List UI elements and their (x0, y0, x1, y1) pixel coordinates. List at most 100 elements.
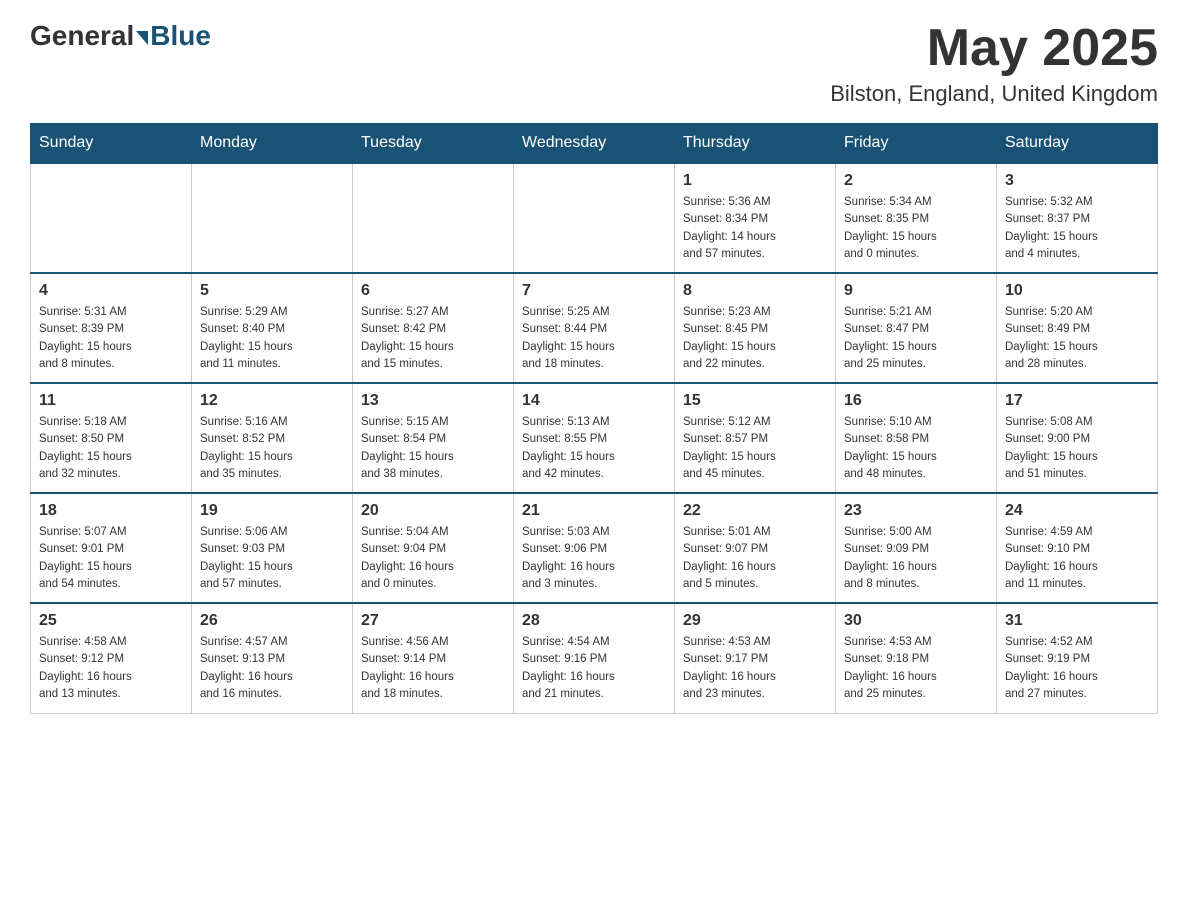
calendar-day-cell: 25 Sunrise: 4:58 AMSunset: 9:12 PMDayligh… (31, 603, 192, 713)
day-of-week-header: Tuesday (353, 124, 514, 164)
calendar-day-cell (353, 163, 514, 273)
calendar-header-row: SundayMondayTuesdayWednesdayThursdayFrid… (31, 124, 1158, 164)
day-number: 12 (200, 392, 344, 410)
logo-general-text: General (30, 20, 134, 52)
calendar-day-cell: 4 Sunrise: 5:31 AMSunset: 8:39 PMDaylight… (31, 273, 192, 383)
day-of-week-header: Wednesday (514, 124, 675, 164)
day-info: Sunrise: 5:25 AMSunset: 8:44 PMDaylight:… (522, 304, 666, 373)
day-info: Sunrise: 5:04 AMSunset: 9:04 PMDaylight:… (361, 524, 505, 593)
calendar-day-cell: 26Sunrise: 4:57 AMSunset: 9:13 PMDayligh… (192, 603, 353, 713)
calendar-day-cell: 3 Sunrise: 5:32 AMSunset: 8:37 PMDaylight… (997, 163, 1158, 273)
calendar-week-row: 4 Sunrise: 5:31 AMSunset: 8:39 PMDaylight… (31, 273, 1158, 383)
day-info: Sunrise: 5:27 AMSunset: 8:42 PMDaylight:… (361, 304, 505, 373)
calendar-day-cell: 21 Sunrise: 5:03 AMSunset: 9:06 PMDayligh… (514, 493, 675, 603)
calendar-day-cell: 31 Sunrise: 4:52 AMSunset: 9:19 PMDayligh… (997, 603, 1158, 713)
day-number: 21 (522, 502, 666, 520)
day-number: 3 (1005, 172, 1149, 190)
day-info: Sunrise: 5:29 AMSunset: 8:40 PMDaylight:… (200, 304, 344, 373)
calendar-day-cell: 30Sunrise: 4:53 AMSunset: 9:18 PMDayligh… (836, 603, 997, 713)
day-info: Sunrise: 4:54 AMSunset: 9:16 PMDaylight:… (522, 634, 666, 703)
day-info: Sunrise: 5:20 AMSunset: 8:49 PMDaylight:… (1005, 304, 1149, 373)
day-number: 7 (522, 282, 666, 300)
day-number: 17 (1005, 392, 1149, 410)
day-number: 20 (361, 502, 505, 520)
day-number: 27 (361, 612, 505, 630)
day-number: 5 (200, 282, 344, 300)
calendar-day-cell: 2 Sunrise: 5:34 AMSunset: 8:35 PMDaylight… (836, 163, 997, 273)
calendar-day-cell: 13Sunrise: 5:15 AMSunset: 8:54 PMDayligh… (353, 383, 514, 493)
day-info: Sunrise: 5:08 AMSunset: 9:00 PMDaylight:… (1005, 414, 1149, 483)
day-info: Sunrise: 5:31 AMSunset: 8:39 PMDaylight:… (39, 304, 183, 373)
logo-blue-text: Blue (150, 20, 211, 52)
calendar-day-cell: 10 Sunrise: 5:20 AMSunset: 8:49 PMDayligh… (997, 273, 1158, 383)
day-number: 13 (361, 392, 505, 410)
calendar-day-cell: 27 Sunrise: 4:56 AMSunset: 9:14 PMDayligh… (353, 603, 514, 713)
day-number: 11 (39, 392, 183, 410)
day-number: 15 (683, 392, 827, 410)
day-info: Sunrise: 5:32 AMSunset: 8:37 PMDaylight:… (1005, 194, 1149, 263)
calendar-day-cell: 15 Sunrise: 5:12 AMSunset: 8:57 PMDayligh… (675, 383, 836, 493)
calendar-day-cell: 18 Sunrise: 5:07 AMSunset: 9:01 PMDayligh… (31, 493, 192, 603)
calendar-day-cell: 7 Sunrise: 5:25 AMSunset: 8:44 PMDaylight… (514, 273, 675, 383)
calendar-day-cell: 8 Sunrise: 5:23 AMSunset: 8:45 PMDaylight… (675, 273, 836, 383)
day-number: 10 (1005, 282, 1149, 300)
day-number: 31 (1005, 612, 1149, 630)
calendar-day-cell: 16Sunrise: 5:10 AMSunset: 8:58 PMDayligh… (836, 383, 997, 493)
calendar-week-row: 18 Sunrise: 5:07 AMSunset: 9:01 PMDayligh… (31, 493, 1158, 603)
calendar-day-cell: 29Sunrise: 4:53 AMSunset: 9:17 PMDayligh… (675, 603, 836, 713)
logo-arrow-icon (136, 31, 148, 45)
day-info: Sunrise: 5:23 AMSunset: 8:45 PMDaylight:… (683, 304, 827, 373)
day-info: Sunrise: 5:01 AMSunset: 9:07 PMDaylight:… (683, 524, 827, 593)
day-of-week-header: Sunday (31, 124, 192, 164)
calendar-day-cell: 14 Sunrise: 5:13 AMSunset: 8:55 PMDayligh… (514, 383, 675, 493)
day-info: Sunrise: 5:10 AMSunset: 8:58 PMDaylight:… (844, 414, 988, 483)
calendar-table: SundayMondayTuesdayWednesdayThursdayFrid… (30, 123, 1158, 714)
day-info: Sunrise: 4:59 AMSunset: 9:10 PMDaylight:… (1005, 524, 1149, 593)
day-info: Sunrise: 5:21 AMSunset: 8:47 PMDaylight:… (844, 304, 988, 373)
day-number: 30 (844, 612, 988, 630)
day-number: 24 (1005, 502, 1149, 520)
calendar-day-cell (192, 163, 353, 273)
day-info: Sunrise: 5:13 AMSunset: 8:55 PMDaylight:… (522, 414, 666, 483)
calendar-day-cell: 22 Sunrise: 5:01 AMSunset: 9:07 PMDayligh… (675, 493, 836, 603)
day-info: Sunrise: 5:18 AMSunset: 8:50 PMDaylight:… (39, 414, 183, 483)
day-info: Sunrise: 4:52 AMSunset: 9:19 PMDaylight:… (1005, 634, 1149, 703)
calendar-week-row: 25 Sunrise: 4:58 AMSunset: 9:12 PMDayligh… (31, 603, 1158, 713)
day-number: 22 (683, 502, 827, 520)
calendar-day-cell (514, 163, 675, 273)
calendar-day-cell: 5 Sunrise: 5:29 AMSunset: 8:40 PMDaylight… (192, 273, 353, 383)
day-number: 26 (200, 612, 344, 630)
day-number: 1 (683, 172, 827, 190)
day-of-week-header: Saturday (997, 124, 1158, 164)
logo: General Blue (30, 20, 211, 52)
day-number: 14 (522, 392, 666, 410)
day-number: 8 (683, 282, 827, 300)
calendar-day-cell: 17 Sunrise: 5:08 AMSunset: 9:00 PMDayligh… (997, 383, 1158, 493)
calendar-week-row: 11 Sunrise: 5:18 AMSunset: 8:50 PMDayligh… (31, 383, 1158, 493)
day-info: Sunrise: 5:12 AMSunset: 8:57 PMDaylight:… (683, 414, 827, 483)
day-number: 2 (844, 172, 988, 190)
day-info: Sunrise: 5:06 AMSunset: 9:03 PMDaylight:… (200, 524, 344, 593)
calendar-day-cell: 28 Sunrise: 4:54 AMSunset: 9:16 PMDayligh… (514, 603, 675, 713)
month-year-title: May 2025 (830, 20, 1158, 77)
day-number: 28 (522, 612, 666, 630)
calendar-day-cell: 6Sunrise: 5:27 AMSunset: 8:42 PMDaylight… (353, 273, 514, 383)
day-info: Sunrise: 5:03 AMSunset: 9:06 PMDaylight:… (522, 524, 666, 593)
day-number: 18 (39, 502, 183, 520)
day-number: 29 (683, 612, 827, 630)
day-number: 23 (844, 502, 988, 520)
day-info: Sunrise: 5:16 AMSunset: 8:52 PMDaylight:… (200, 414, 344, 483)
day-info: Sunrise: 4:58 AMSunset: 9:12 PMDaylight:… (39, 634, 183, 703)
calendar-day-cell: 19Sunrise: 5:06 AMSunset: 9:03 PMDayligh… (192, 493, 353, 603)
calendar-day-cell: 12 Sunrise: 5:16 AMSunset: 8:52 PMDayligh… (192, 383, 353, 493)
day-of-week-header: Monday (192, 124, 353, 164)
day-info: Sunrise: 4:56 AMSunset: 9:14 PMDaylight:… (361, 634, 505, 703)
calendar-week-row: 1Sunrise: 5:36 AMSunset: 8:34 PMDaylight… (31, 163, 1158, 273)
day-number: 4 (39, 282, 183, 300)
day-info: Sunrise: 5:34 AMSunset: 8:35 PMDaylight:… (844, 194, 988, 263)
day-number: 25 (39, 612, 183, 630)
day-info: Sunrise: 5:07 AMSunset: 9:01 PMDaylight:… (39, 524, 183, 593)
page-header: General Blue May 2025 Bilston, England, … (30, 20, 1158, 107)
calendar-day-cell: 9Sunrise: 5:21 AMSunset: 8:47 PMDaylight… (836, 273, 997, 383)
day-of-week-header: Thursday (675, 124, 836, 164)
